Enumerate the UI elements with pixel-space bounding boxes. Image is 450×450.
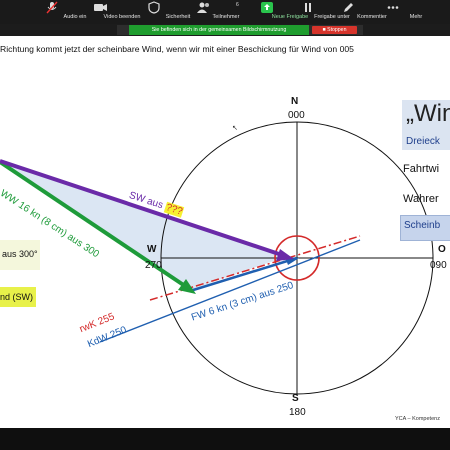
compass-north-value: 000 <box>288 110 305 121</box>
video-button[interactable]: Video beenden <box>92 1 152 23</box>
video-camera-icon <box>94 4 107 11</box>
pause-icon <box>305 3 311 12</box>
more-icon <box>387 6 399 9</box>
compass-north-letter: N <box>291 96 299 107</box>
participant-count-badge: 6 <box>236 2 239 8</box>
annotate-pen-icon <box>344 3 353 12</box>
right-panel-line2: Wahrer <box>403 193 439 205</box>
sw-arrowhead <box>276 249 294 261</box>
right-panel-title: „Win <box>406 100 450 127</box>
share-status-text: Sie befinden sich in der gemeinsamen Bil… <box>129 25 309 35</box>
more-button[interactable]: Mehr <box>386 1 446 23</box>
mouse-cursor-icon: ↖ <box>232 125 238 132</box>
video-label: Video beenden <box>103 14 141 20</box>
compass-east-letter: O <box>438 244 446 255</box>
slide-title: Richtung kommt jetzt der scheinbare Wind… <box>0 44 354 54</box>
right-panel-subtitle: Dreieck <box>406 136 440 147</box>
meeting-toolbar: Audio ein Video beenden Sicherheit Teiln… <box>0 0 450 24</box>
shield-icon <box>148 1 160 14</box>
bottom-bar <box>0 428 450 450</box>
participants-label: Teilnehmer <box>212 14 240 20</box>
compass-west-value: 270 <box>145 260 162 271</box>
mic-muted-icon <box>46 1 58 14</box>
participants-button[interactable]: Teilnehmer <box>196 1 256 23</box>
compass-east-value: 090 <box>430 260 447 271</box>
slide-footer: YCA – Kompetenz <box>395 416 440 422</box>
share-status-banner: Sie befinden sich in der gemeinsamen Bil… <box>117 25 363 35</box>
more-label: Mehr <box>409 14 423 20</box>
participants-icon <box>197 2 209 13</box>
compass-south-value: 180 <box>289 407 306 418</box>
stop-share-label: Stoppen <box>327 27 347 33</box>
left-highlight-text: nd (SW) <box>0 292 34 302</box>
right-panel-line1: Fahrtwi <box>403 163 440 175</box>
left-info-text: aus 300° <box>2 249 38 259</box>
share-screen-icon <box>261 2 273 13</box>
right-panel-line3: Scheinb <box>404 220 441 231</box>
compass-west-letter: W <box>147 244 157 255</box>
compass-south-letter: S <box>292 393 299 404</box>
stop-share-button[interactable]: ■ Stoppen <box>312 26 357 34</box>
